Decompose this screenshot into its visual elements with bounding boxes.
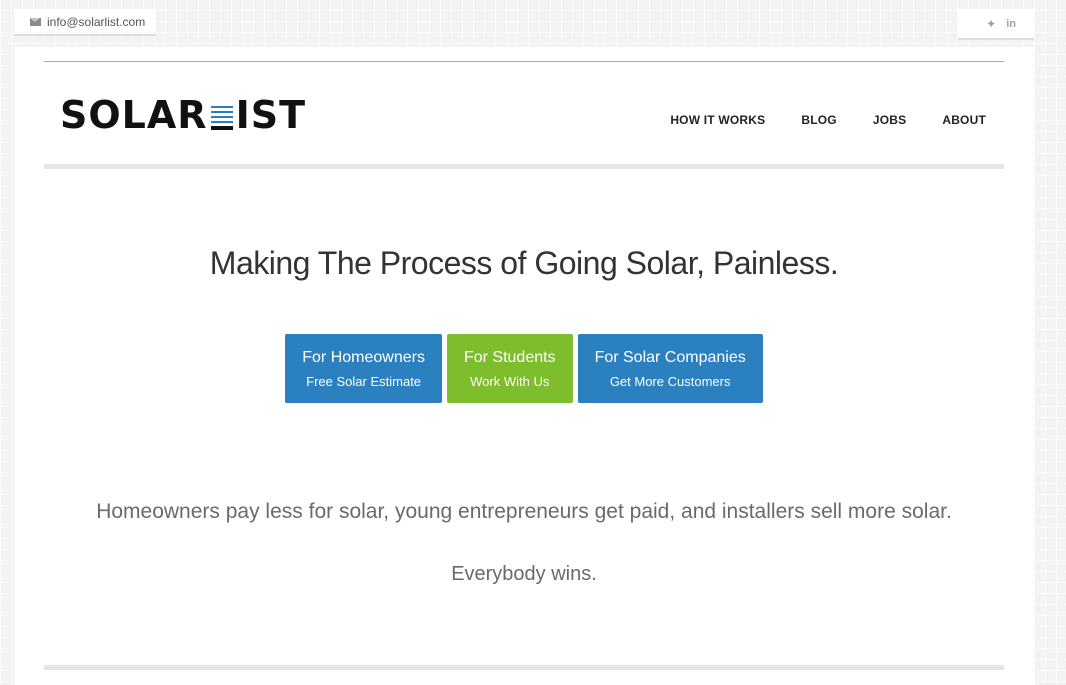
solar-companies-button[interactable]: For Solar Companies Get More Customers [577,334,763,403]
mail-icon [30,17,41,26]
hero-tagline: Homeowners pay less for solar, young ent… [96,500,952,523]
homeowners-button-subtitle: Free Solar Estimate [306,373,422,389]
nav-how-it-works[interactable]: HOW IT WORKS [670,113,765,127]
nav-jobs[interactable]: JOBS [873,113,906,127]
solar-companies-button-subtitle: Get More Customers [609,373,731,389]
main-nav: HOW IT WORKS BLOG JOBS ABOUT [670,113,986,127]
social-links: ✦ in [958,9,1034,40]
logo-text-left: SOLAR [60,93,208,137]
students-button-title: For Students [463,348,556,366]
main-panel: SOLAR IST HOW IT WORKS BLOG JOBS ABOUT M… [14,47,1034,685]
students-button-subtitle: Work With Us [470,373,550,389]
solar-companies-button-title: For Solar Companies [594,348,746,366]
students-button[interactable]: For Students Work With Us [446,334,573,403]
hero-headline: Making The Process of Going Solar, Painl… [209,245,839,281]
header-bottom-divider [44,164,1004,169]
solarlist-logo[interactable]: SOLAR IST [60,95,306,135]
logo-bars-icon [210,98,233,130]
nav-blog[interactable]: BLOG [801,113,836,127]
hero-closing: Everybody wins. [451,563,597,585]
homeowners-button[interactable]: For Homeowners Free Solar Estimate [285,334,442,403]
cta-group: For Homeowners Free Solar Estimate For S… [14,334,1034,403]
email-contact[interactable]: info@solarlist.com [14,9,156,36]
section-divider [44,665,1004,670]
nav-about[interactable]: ABOUT [942,113,986,127]
logo-text-right: IST [235,93,306,137]
header-divider [44,61,1004,62]
email-address[interactable]: info@solarlist.com [47,15,145,29]
homeowners-button-title: For Homeowners [302,348,425,366]
twitter-icon[interactable]: ✦ [986,17,996,31]
linkedin-icon[interactable]: in [1006,18,1016,30]
